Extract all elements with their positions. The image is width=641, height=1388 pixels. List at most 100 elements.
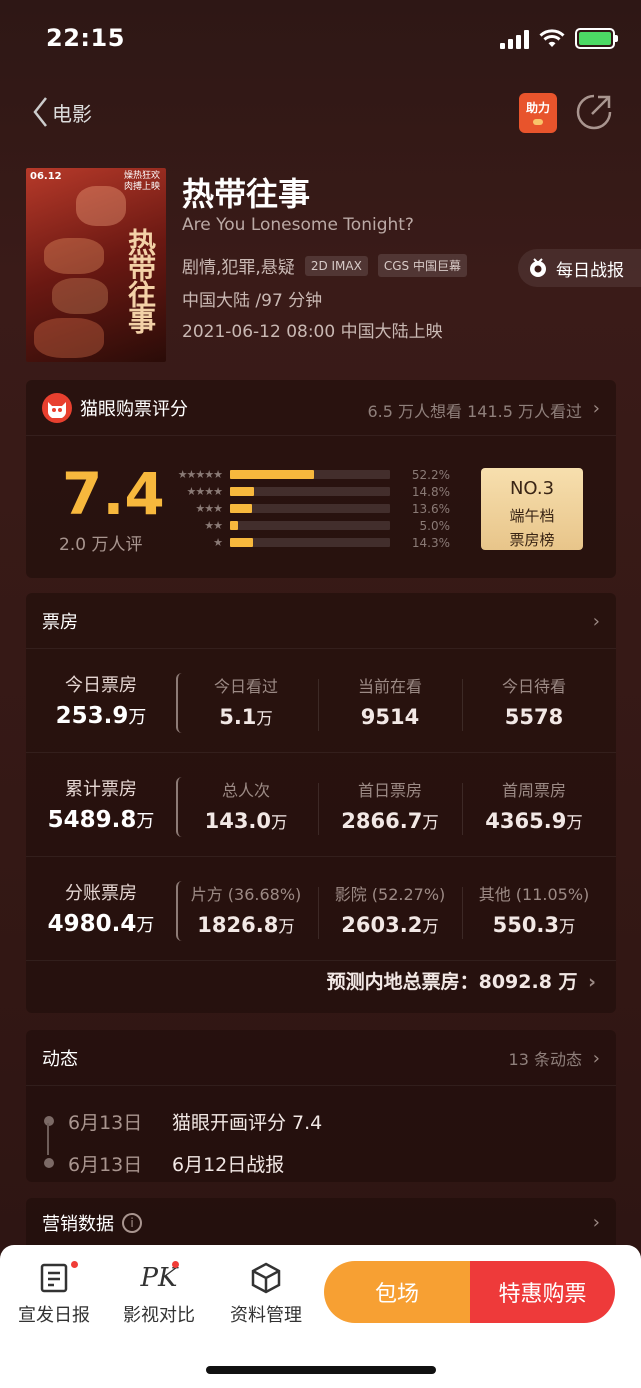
rating-distribution: ★★★★★ 52.2% ★★★★ 14.8% ★★★ 13.6% ★★ 5.0% ★ 14.3% [156,466,456,551]
boxoffice-row[interactable]: 今日票房 253.9万 今日看过 5.1万 当前在看 9514 今日待看 5578 [26,649,616,753]
info-icon[interactable]: i [122,1213,142,1233]
rating-bar-fill [230,487,254,496]
movie-poster[interactable]: 06.12 燥热狂欢 肉搏上映 热带往事 [26,168,166,362]
boxoffice-sub-value: 2866.7万 [341,809,439,833]
boxoffice-main-value: 5489.8万 [47,807,155,833]
movie-en-title: Are You Lonesome Tonight? [182,215,414,235]
tab-data-management[interactable]: 资料管理 [221,1261,311,1327]
rating-header[interactable]: 猫眼购票评分 6.5 万人想看 141.5 万人看过 › [26,380,616,436]
marketing-header[interactable]: 营销数据 i › [26,1198,616,1248]
forecast-text: 预测内地总票房：8092.8 万 [326,971,578,993]
poster-date: 06.12 [30,171,62,182]
boxoffice-sub: 影院 (52.27%) 2603.2万 [318,881,462,937]
boxoffice-sub-label: 片方 (36.68%) [190,885,302,904]
chevron-left-icon [33,97,47,127]
rating-score: 7.4 [62,460,165,528]
tab-label: 影视对比 [123,1305,195,1326]
status-time: 22:15 [46,24,125,52]
genre-row: 剧情,犯罪,悬疑 2D IMAX CGS 中国巨幕 [182,253,467,278]
share-icon[interactable] [574,92,614,132]
daily-report-button[interactable]: 每日战报 [518,249,641,287]
chevron-right-icon: › [592,1212,600,1233]
medal-icon [530,258,546,277]
tab-film-compare[interactable]: PK 影视对比 [114,1261,204,1327]
boxoffice-sub: 其他 (11.05%) 550.3万 [462,881,606,937]
rating-bar-row: ★ 14.3% [156,534,456,551]
rating-bar-pct: 14.8% [411,484,450,499]
chevron-right-icon: › [592,398,600,419]
rating-count: 2.0 万人评 [59,535,143,555]
boxoffice-main: 分账票房 4980.4万 [26,879,176,937]
helper-coin-icon [533,119,543,125]
status-icons [500,28,618,49]
news-timeline: 6月13日 猫眼开画评分 7.4 6月13日 6月12日战报 [42,1100,602,1184]
rating-bar-row: ★★★ 13.6% [156,500,456,517]
helper-label: 助力 [525,101,550,115]
rating-bar-track [230,504,390,513]
boxoffice-sub-label: 总人次 [221,781,270,800]
tab-publicity-daily[interactable]: 宣发日报 [9,1261,99,1327]
rating-header-label: 猫眼购票评分 [80,398,188,420]
chevron-right-icon: › [592,1048,600,1069]
rank-badge[interactable]: NO.3 端午档 票房榜 [481,468,583,550]
chevron-right-icon: › [592,611,600,632]
boxoffice-sub-value: 2603.2万 [341,913,439,937]
star-icons: ★★★★★ [177,468,223,481]
boxoffice-sub-label: 首周票房 [501,781,566,800]
tab-label: 资料管理 [230,1305,302,1326]
marketing-header-label: 营销数据 [42,1214,114,1235]
column-divider [318,679,319,731]
movie-genres: 剧情,犯罪,悬疑 [182,258,295,278]
boxoffice-sub-value: 9514 [360,705,420,729]
daily-report-label: 每日战报 [556,260,624,281]
news-item[interactable]: 6月13日 6月12日战报 [42,1142,602,1184]
boxoffice-main: 今日票房 253.9万 [26,671,176,729]
column-divider [318,887,319,939]
boxoffice-header[interactable]: 票房 › [26,593,616,649]
box-icon [221,1261,311,1295]
news-card: 动态 13 条动态 › 6月13日 猫眼开画评分 7.4 6月13日 6月12日… [26,1030,616,1182]
column-divider [462,679,463,731]
boxoffice-sub-value: 1826.8万 [197,913,295,937]
boxoffice-card: 票房 › 今日票房 253.9万 今日看过 5.1万 当前在看 9514 今日待看 5578 累… [26,593,616,1013]
home-indicator [206,1366,436,1374]
private-screening-button[interactable]: 包场 [324,1261,470,1323]
battery-icon [575,28,618,49]
nav-bar: 电影 助力 [0,88,641,138]
status-bar: 22:15 [0,0,641,80]
back-button[interactable]: 电影 [32,96,92,128]
news-item[interactable]: 6月13日 猫眼开画评分 7.4 [42,1100,602,1142]
column-divider [462,783,463,835]
rating-bar-track [230,521,390,530]
boxoffice-sub-value: 143.0万 [204,809,288,833]
boxoffice-row[interactable]: 累计票房 5489.8万 总人次 143.0万 首日票房 2866.7万 首周票房 4365.… [26,753,616,857]
boxoffice-main-label: 累计票房 [65,779,137,800]
maoyan-cat-icon [42,392,72,423]
report-icon [9,1261,99,1295]
rank-line1: 端午档 [509,506,555,525]
forecast-link[interactable]: 预测内地总票房：8092.8 万 › [327,967,596,994]
boxoffice-sub: 片方 (36.68%) 1826.8万 [174,881,318,937]
rating-bar-fill [230,504,252,513]
rating-bar-track [230,470,390,479]
bottom-tabbar: 宣发日报 PK 影视对比 资料管理 包场 特惠购票 [0,1245,641,1388]
release-date: 2021-06-12 08:00 中国大陆上映 [182,322,443,342]
boxoffice-main: 累计票房 5489.8万 [26,775,176,833]
helper-button[interactable]: 助力 [519,93,557,133]
boxoffice-sub-label: 首日票房 [357,781,422,800]
news-header[interactable]: 动态 13 条动态 › [26,1030,616,1086]
want-watched-summary: 6.5 万人想看 141.5 万人看过 [367,402,582,421]
rating-card: 猫眼购票评分 6.5 万人想看 141.5 万人看过 › 7.4 2.0 万人评… [26,380,616,578]
buy-ticket-button[interactable]: 特惠购票 [470,1261,615,1323]
rating-bar-fill [230,521,238,530]
poster-tagline: 燥热狂欢 肉搏上映 [123,171,160,192]
star-icons: ★★★★ [186,485,223,498]
star-icons: ★★ [204,519,223,532]
boxoffice-sub-value: 5578 [504,705,564,729]
rating-bar-fill [230,538,253,547]
marketing-card: 营销数据 i › [26,1198,616,1248]
boxoffice-row[interactable]: 分账票房 4980.4万 片方 (36.68%) 1826.8万 影院 (52.27%)… [26,857,616,961]
boxoffice-sub-value: 4365.9万 [485,809,583,833]
rating-bar-pct: 14.3% [411,535,450,550]
boxoffice-main-value: 4980.4万 [47,911,155,937]
